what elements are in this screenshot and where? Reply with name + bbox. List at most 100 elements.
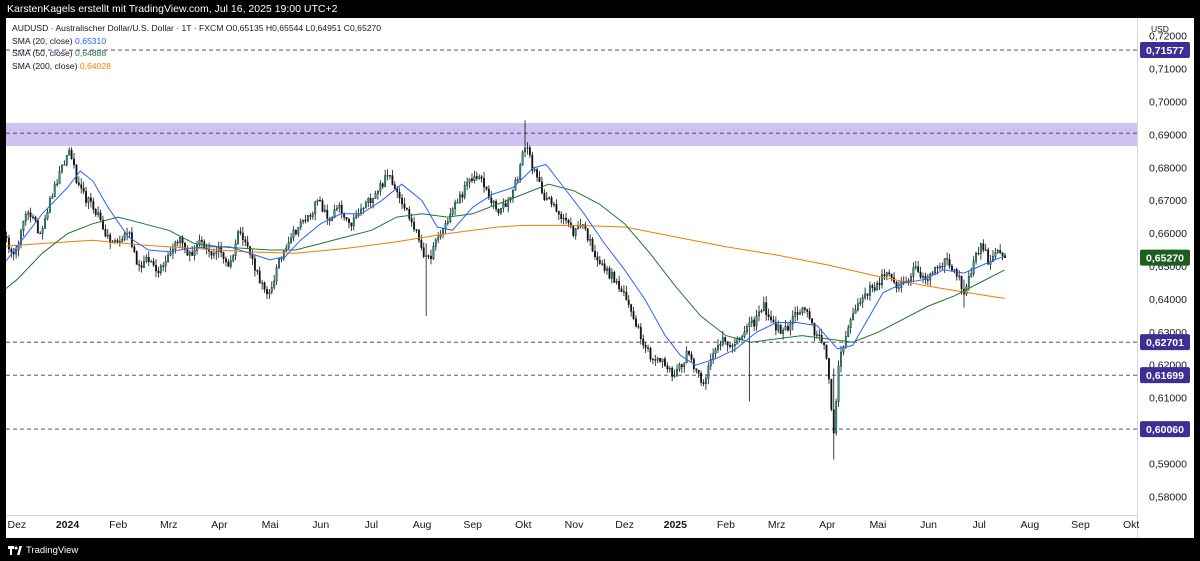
candle-body[interactable] xyxy=(577,226,580,229)
candle-body[interactable] xyxy=(77,182,80,185)
candle-body[interactable] xyxy=(458,194,461,203)
candle-body[interactable] xyxy=(114,240,116,242)
candle-body[interactable] xyxy=(762,302,765,312)
candle-body[interactable] xyxy=(215,251,218,254)
candle-body[interactable] xyxy=(188,251,191,256)
candle-body[interactable] xyxy=(931,272,934,275)
candle-body[interactable] xyxy=(251,254,254,259)
candle-body[interactable] xyxy=(338,205,341,209)
candle-body[interactable] xyxy=(116,240,119,243)
candle-body[interactable] xyxy=(748,322,751,327)
candle-body[interactable] xyxy=(232,255,235,261)
candle-body[interactable] xyxy=(567,220,570,224)
candle-body[interactable] xyxy=(917,266,920,273)
candle-body[interactable] xyxy=(808,311,811,319)
candle-body[interactable] xyxy=(442,228,444,235)
candle-body[interactable] xyxy=(688,350,690,355)
candle-body[interactable] xyxy=(574,228,577,236)
candle-body[interactable] xyxy=(386,175,389,177)
candle-body[interactable] xyxy=(830,378,833,410)
candle-body[interactable] xyxy=(405,207,408,210)
candle-body[interactable] xyxy=(873,287,876,291)
candle-body[interactable] xyxy=(316,199,319,203)
candle-body[interactable] xyxy=(919,272,922,278)
candle-body[interactable] xyxy=(237,231,239,244)
candle-body[interactable] xyxy=(155,265,157,272)
candle-body[interactable] xyxy=(70,149,73,160)
candle-body[interactable] xyxy=(408,209,411,219)
candle-body[interactable] xyxy=(381,183,384,187)
candle-body[interactable] xyxy=(384,175,387,187)
candle-body[interactable] xyxy=(796,312,799,315)
candle-body[interactable] xyxy=(138,264,141,266)
candle-body[interactable] xyxy=(475,176,478,179)
candle-body[interactable] xyxy=(502,203,505,209)
candle-body[interactable] xyxy=(485,186,488,190)
candle-body[interactable] xyxy=(94,209,97,215)
candle-body[interactable] xyxy=(934,267,936,274)
candle-body[interactable] xyxy=(314,201,317,215)
candle-body[interactable] xyxy=(794,312,797,317)
candle-body[interactable] xyxy=(92,200,95,210)
candle-body[interactable] xyxy=(140,265,143,268)
candle-body[interactable] xyxy=(297,226,300,235)
candle-body[interactable] xyxy=(885,272,888,277)
candle-body[interactable] xyxy=(391,175,394,185)
candle-body[interactable] xyxy=(982,243,985,251)
candle-body[interactable] xyxy=(273,280,276,288)
candle-body[interactable] xyxy=(712,353,715,360)
candle-body[interactable] xyxy=(823,342,826,346)
candle-body[interactable] xyxy=(726,341,729,346)
candle-body[interactable] xyxy=(572,226,575,236)
candle-body[interactable] xyxy=(767,314,770,317)
candle-body[interactable] xyxy=(118,241,121,243)
candle-body[interactable] xyxy=(536,169,539,178)
candle-body[interactable] xyxy=(10,248,13,253)
candle-body[interactable] xyxy=(191,251,194,256)
candle-body[interactable] xyxy=(6,236,8,239)
candle-body[interactable] xyxy=(256,270,259,272)
candle-body[interactable] xyxy=(967,276,970,287)
candle-body[interactable] xyxy=(565,217,567,221)
candle-body[interactable] xyxy=(878,283,881,286)
candle-body[interactable] xyxy=(538,177,541,183)
candle-body[interactable] xyxy=(174,241,177,250)
candle-body[interactable] xyxy=(352,217,355,227)
candle-body[interactable] xyxy=(157,270,160,274)
candle-body[interactable] xyxy=(444,223,447,229)
candle-body[interactable] xyxy=(772,319,775,323)
candle-body[interactable] xyxy=(854,309,857,314)
candle-body[interactable] xyxy=(22,220,25,232)
candle-body[interactable] xyxy=(287,242,290,249)
candle-body[interactable] xyxy=(244,239,247,243)
candle-body[interactable] xyxy=(639,327,642,340)
candle-body[interactable] xyxy=(302,219,305,222)
candle-body[interactable] xyxy=(586,228,589,241)
candle-body[interactable] xyxy=(263,282,266,290)
candle-body[interactable] xyxy=(758,311,760,317)
candle-body[interactable] xyxy=(676,369,678,376)
candle-body[interactable] xyxy=(784,326,787,331)
candle-body[interactable] xyxy=(169,252,172,256)
candle-body[interactable] xyxy=(714,349,717,354)
candle-body[interactable] xyxy=(782,329,785,334)
candle-body[interactable] xyxy=(815,334,818,336)
candle-body[interactable] xyxy=(507,199,510,207)
candle-body[interactable] xyxy=(871,285,874,288)
candle-body[interactable] xyxy=(311,213,314,217)
candle-body[interactable] xyxy=(51,196,54,199)
candle-body[interactable] xyxy=(150,261,153,263)
candle-body[interactable] xyxy=(589,239,592,241)
candle-body[interactable] xyxy=(56,183,59,185)
candle-body[interactable] xyxy=(121,239,124,242)
candle-body[interactable] xyxy=(1001,252,1004,256)
candle-body[interactable] xyxy=(533,169,536,171)
candle-body[interactable] xyxy=(367,198,370,203)
candle-body[interactable] xyxy=(996,250,999,253)
candle-body[interactable] xyxy=(89,197,92,202)
candle-body[interactable] xyxy=(32,216,34,218)
candle-body[interactable] xyxy=(364,202,367,209)
candle-body[interactable] xyxy=(27,212,30,215)
candle-body[interactable] xyxy=(755,315,758,327)
candle-body[interactable] xyxy=(825,344,828,359)
